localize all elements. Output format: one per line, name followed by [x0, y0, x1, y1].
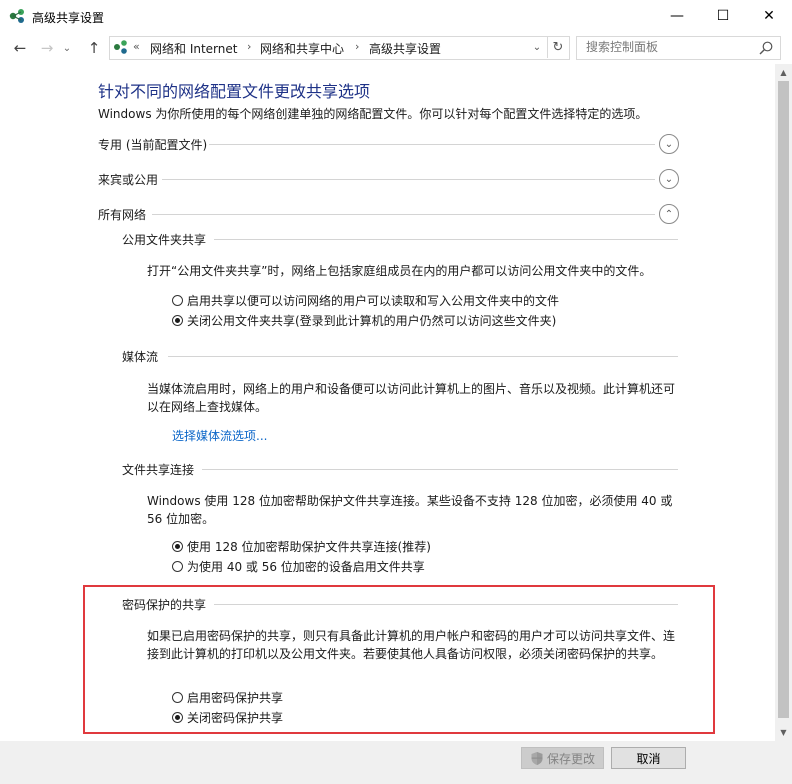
- breadcrumb-item-advanced-sharing[interactable]: 高级共享设置: [369, 40, 441, 57]
- chevron-down-icon: ⌄: [62, 42, 72, 54]
- refresh-icon: ↻: [552, 39, 564, 55]
- expand-guest-button[interactable]: ⌄: [659, 169, 679, 189]
- collapse-all-button[interactable]: ⌃: [659, 204, 679, 224]
- refresh-button[interactable]: ↻: [547, 36, 568, 58]
- up-button[interactable]: ↑: [84, 38, 104, 58]
- file-sharing-section-title: 文件共享连接: [122, 463, 195, 477]
- password-off-option[interactable]: 关闭密码保护共享: [172, 709, 283, 725]
- profile-guest-label[interactable]: 来宾或公用: [98, 171, 158, 188]
- save-changes-button[interactable]: 保存更改: [521, 747, 604, 769]
- address-dropdown-button[interactable]: ⌄: [528, 36, 546, 58]
- profile-private-label[interactable]: 专用 (当前配置文件): [98, 136, 207, 153]
- public-folder-section-title: 公用文件夹共享: [122, 233, 207, 247]
- divider: [214, 239, 678, 240]
- search-input[interactable]: [577, 37, 756, 57]
- password-section-title: 密码保护的共享: [122, 598, 207, 612]
- profile-all-label[interactable]: 所有网络: [98, 206, 146, 223]
- encryption-40-56-option[interactable]: 为使用 40 或 56 位加密的设备启用文件共享: [172, 558, 425, 574]
- divider: [209, 144, 655, 145]
- page-title: 针对不同的网络配置文件更改共享选项: [98, 82, 371, 101]
- password-on-option[interactable]: 启用密码保护共享: [172, 689, 283, 705]
- radio-button-selected[interactable]: [172, 711, 183, 723]
- search-icon[interactable]: [758, 40, 774, 56]
- encryption-128-option[interactable]: 使用 128 位加密帮助保护文件共享连接(推荐): [172, 538, 431, 554]
- recent-locations-button[interactable]: ⌄: [60, 38, 74, 58]
- divider: [162, 179, 655, 180]
- minimize-button[interactable]: —: [654, 0, 700, 32]
- radio-button[interactable]: [172, 691, 183, 703]
- forward-button[interactable]: →: [37, 38, 57, 58]
- radio-button-selected[interactable]: [172, 314, 183, 326]
- back-button[interactable]: ←: [10, 38, 30, 58]
- public-folder-off-option[interactable]: 关闭公用文件夹共享(登录到此计算机的用户仍然可以访问这些文件夹): [172, 312, 556, 328]
- password-description: 如果已启用密码保护的共享，则只有具备此计算机的用户帐户和密码的用户才可以访问共享…: [147, 629, 676, 661]
- media-section-title: 媒体流: [122, 350, 159, 364]
- chevron-down-icon: ⌄: [532, 41, 542, 53]
- breadcrumb-overflow[interactable]: «: [133, 40, 140, 53]
- shield-icon: [531, 751, 543, 765]
- breadcrumb-item-network-internet[interactable]: 网络和 Internet: [150, 40, 237, 57]
- cancel-button[interactable]: 取消: [611, 747, 686, 769]
- radio-button-selected[interactable]: [172, 540, 183, 552]
- scroll-down-icon[interactable]: ▼: [775, 724, 792, 741]
- public-folder-description: 打开“公用文件夹共享”时，网络上包括家庭组成员在内的用户都可以访问公用文件夹中的…: [147, 264, 652, 278]
- divider: [152, 214, 655, 215]
- breadcrumb-item-sharing-center[interactable]: 网络和共享中心: [260, 40, 344, 57]
- minimize-icon: —: [670, 8, 684, 24]
- maximize-icon: ☐: [716, 8, 730, 24]
- close-button[interactable]: ✕: [746, 0, 792, 32]
- scroll-up-icon[interactable]: ▲: [775, 64, 792, 81]
- network-icon: [9, 9, 24, 23]
- chevron-down-icon: ⌄: [664, 138, 674, 150]
- divider: [202, 469, 678, 470]
- breadcrumb-separator[interactable]: ›: [355, 40, 359, 53]
- up-arrow-icon: ↑: [87, 39, 101, 57]
- expand-private-button[interactable]: ⌄: [659, 134, 679, 154]
- maximize-button[interactable]: ☐: [700, 0, 746, 32]
- divider: [214, 604, 678, 605]
- breadcrumb-separator[interactable]: ›: [247, 40, 251, 53]
- search-box[interactable]: [576, 36, 781, 60]
- page-description: Windows 为你所使用的每个网络创建单独的网络配置文件。你可以针对每个配置文…: [98, 107, 648, 121]
- window-title: 高级共享设置: [32, 11, 105, 25]
- media-options-link[interactable]: 选择媒体流选项...: [172, 427, 267, 444]
- public-folder-on-option[interactable]: 启用共享以便可以访问网络的用户可以读取和写入公用文件夹中的文件: [172, 292, 559, 308]
- close-icon: ✕: [763, 8, 775, 24]
- radio-button[interactable]: [172, 294, 183, 306]
- radio-button[interactable]: [172, 560, 183, 572]
- scroll-thumb[interactable]: [778, 81, 789, 718]
- forward-arrow-icon: →: [40, 39, 54, 57]
- chevron-up-icon: ⌃: [664, 208, 674, 220]
- file-sharing-description: Windows 使用 128 位加密帮助保护文件共享连接。某些设备不支持 128…: [147, 494, 673, 526]
- network-small-icon: [114, 40, 127, 54]
- back-arrow-icon: ←: [13, 39, 27, 57]
- media-description: 当媒体流启用时，网络上的用户和设备便可以访问此计算机上的图片、音乐以及视频。此计…: [147, 382, 676, 414]
- chevron-down-icon: ⌄: [664, 173, 674, 185]
- divider: [168, 356, 678, 357]
